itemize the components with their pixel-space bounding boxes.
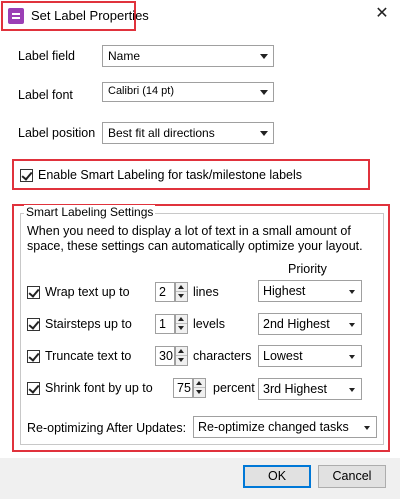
- label-field-select[interactable]: Name: [102, 45, 274, 67]
- enable-smart-labeling-checkbox[interactable]: [20, 169, 33, 182]
- group-title: Smart Labeling Settings: [24, 205, 156, 219]
- label-field-value: Name: [108, 49, 141, 63]
- chevron-down-icon: [349, 388, 355, 392]
- reoptimize-value: Re-optimize changed tasks: [198, 420, 349, 434]
- priority-header: Priority: [288, 262, 327, 276]
- shrink-font-priority-select[interactable]: 3rd Highest: [258, 378, 362, 400]
- chevron-down-icon: [260, 131, 268, 136]
- truncate-text-spinner[interactable]: [175, 346, 188, 366]
- label-font-label: Label font: [18, 88, 73, 102]
- wrap-text-checkbox[interactable]: [27, 286, 40, 299]
- close-icon[interactable]: ✕: [372, 4, 392, 24]
- reoptimize-label: Re-optimizing After Updates:: [27, 421, 187, 435]
- stairsteps-priority-value: 2nd Highest: [263, 317, 330, 331]
- shrink-font-percent-input[interactable]: 75: [173, 378, 193, 398]
- wrap-text-priority-select[interactable]: Highest: [258, 280, 362, 302]
- chevron-down-icon: [349, 290, 355, 294]
- label-font-value: Calibri (14 pt): [108, 85, 175, 97]
- chevron-down-icon: [260, 90, 268, 95]
- stairsteps-spinner[interactable]: [175, 314, 188, 334]
- reoptimize-select[interactable]: Re-optimize changed tasks: [193, 416, 377, 438]
- wrap-text-unit: lines: [193, 285, 219, 299]
- spin-up-icon[interactable]: [194, 379, 205, 388]
- spin-down-icon[interactable]: [176, 292, 187, 301]
- truncate-text-priority-value: Lowest: [263, 349, 303, 363]
- label-position-value: Best fit all directions: [108, 126, 215, 140]
- chevron-down-icon: [364, 426, 370, 430]
- stairsteps-levels-input[interactable]: 1: [155, 314, 175, 334]
- wrap-text-spinner[interactable]: [175, 282, 188, 302]
- chevron-down-icon: [260, 54, 268, 59]
- chevron-down-icon: [349, 355, 355, 359]
- spin-up-icon[interactable]: [176, 347, 187, 356]
- label-position-label: Label position: [18, 126, 96, 140]
- wrap-text-priority-value: Highest: [263, 284, 306, 298]
- shrink-font-unit: percent: [213, 381, 255, 395]
- label-font-select[interactable]: Calibri (14 pt): [102, 82, 274, 102]
- spin-up-icon[interactable]: [176, 283, 187, 292]
- label-position-select[interactable]: Best fit all directions: [102, 122, 274, 144]
- stairsteps-checkbox[interactable]: [27, 318, 40, 331]
- shrink-font-checkbox[interactable]: [27, 382, 40, 395]
- truncate-text-priority-select[interactable]: Lowest: [258, 345, 362, 367]
- cancel-button[interactable]: Cancel: [318, 465, 386, 488]
- spin-down-icon[interactable]: [194, 388, 205, 397]
- truncate-text-label: Truncate text to: [45, 349, 132, 363]
- stairsteps-priority-select[interactable]: 2nd Highest: [258, 313, 362, 335]
- stairsteps-unit: levels: [193, 317, 225, 331]
- ok-button[interactable]: OK: [243, 465, 311, 488]
- label-app-icon: [8, 8, 24, 24]
- window-title: Set Label Properties: [31, 8, 149, 23]
- spin-down-icon[interactable]: [176, 324, 187, 333]
- label-field-label: Label field: [18, 49, 75, 63]
- stairsteps-label: Stairsteps up to: [45, 317, 132, 331]
- spin-up-icon[interactable]: [176, 315, 187, 324]
- settings-description: When you need to display a lot of text i…: [27, 224, 363, 253]
- spin-down-icon[interactable]: [176, 356, 187, 365]
- enable-smart-labeling-label: Enable Smart Labeling for task/milestone…: [38, 168, 303, 182]
- truncate-text-checkbox[interactable]: [27, 350, 40, 363]
- shrink-font-label: Shrink font by up to: [45, 381, 153, 395]
- shrink-font-spinner[interactable]: [193, 378, 206, 398]
- truncate-text-unit: characters: [193, 349, 252, 363]
- shrink-font-priority-value: 3rd Highest: [263, 382, 327, 396]
- wrap-text-label: Wrap text up to: [45, 285, 130, 299]
- chevron-down-icon: [349, 323, 355, 327]
- wrap-text-lines-input[interactable]: 2: [155, 282, 175, 302]
- truncate-text-characters-input[interactable]: 30: [155, 346, 175, 366]
